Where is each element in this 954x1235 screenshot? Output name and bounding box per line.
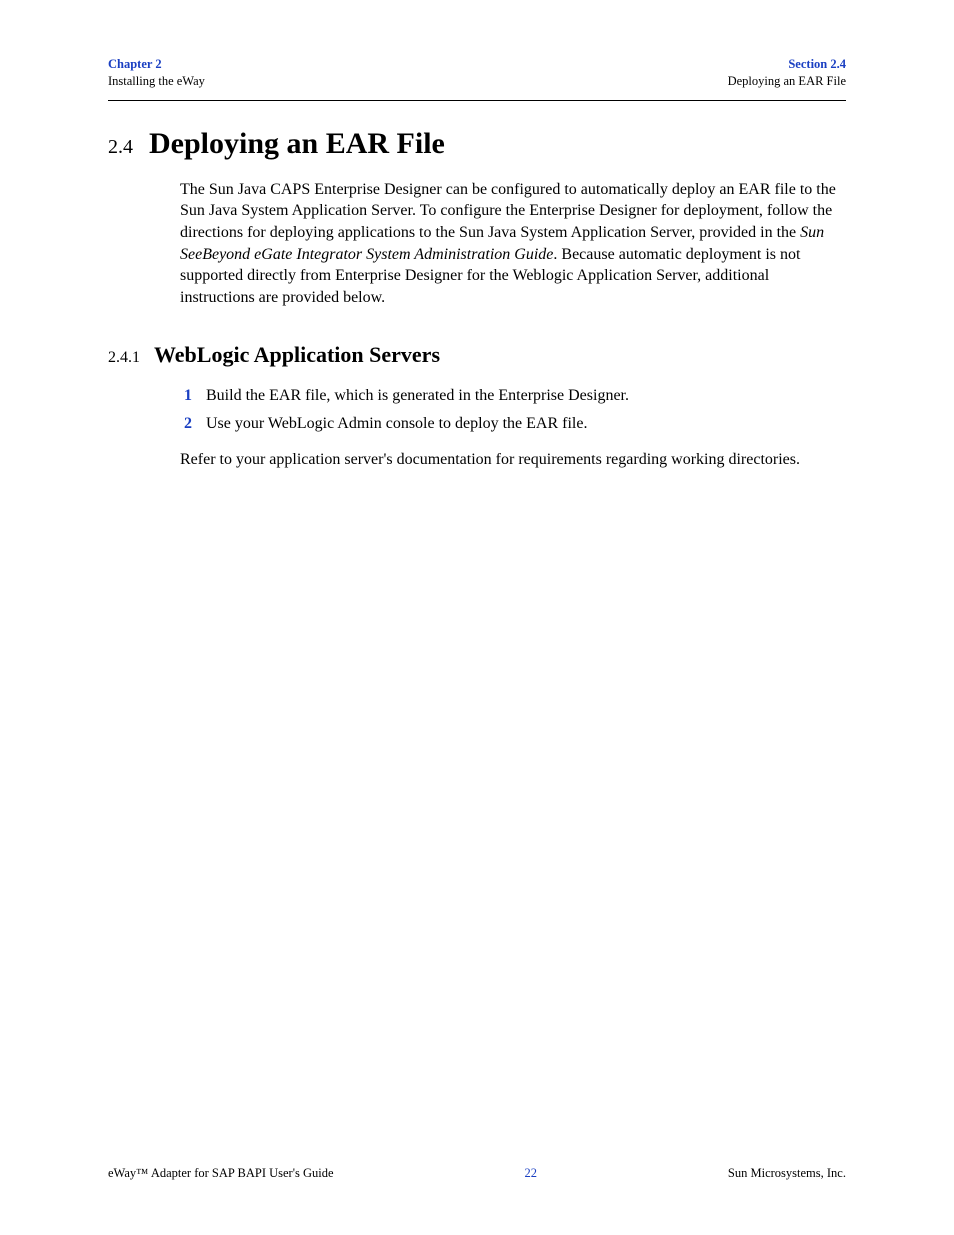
header-right: Section 2.4 Deploying an EAR File xyxy=(728,56,846,90)
ordered-list: 1 Build the EAR file, which is generated… xyxy=(180,382,846,436)
section-subtitle: Deploying an EAR File xyxy=(728,73,846,90)
subsection-title: WebLogic Application Servers xyxy=(154,342,440,368)
list-text: Use your WebLogic Admin console to deplo… xyxy=(206,410,587,437)
section-title: Deploying an EAR File xyxy=(149,127,445,161)
list-number: 2 xyxy=(180,410,192,437)
list-text: Build the EAR file, which is generated i… xyxy=(206,382,629,409)
page-number: 22 xyxy=(524,1166,537,1181)
footer-left: eWay™ Adapter for SAP BAPI User's Guide xyxy=(108,1166,334,1181)
chapter-subtitle: Installing the eWay xyxy=(108,73,205,90)
header-left: Chapter 2 Installing the eWay xyxy=(108,56,205,90)
page-footer: eWay™ Adapter for SAP BAPI User's Guide … xyxy=(108,1166,846,1181)
section-heading: 2.4 Deploying an EAR File xyxy=(108,127,846,161)
section-paragraph: The Sun Java CAPS Enterprise Designer ca… xyxy=(180,179,846,309)
chapter-label: Chapter 2 xyxy=(108,56,205,73)
section-number: 2.4 xyxy=(108,136,133,159)
para-part-a: The Sun Java CAPS Enterprise Designer ca… xyxy=(180,181,836,241)
page-content: Chapter 2 Installing the eWay Section 2.… xyxy=(0,0,954,470)
list-number: 1 xyxy=(180,382,192,409)
subsection-heading: 2.4.1 WebLogic Application Servers xyxy=(108,342,846,368)
footer-right: Sun Microsystems, Inc. xyxy=(728,1166,846,1181)
subsection-number: 2.4.1 xyxy=(108,349,140,367)
subsection-paragraph: Refer to your application server's docum… xyxy=(180,449,846,471)
section-label: Section 2.4 xyxy=(728,56,846,73)
list-item: 2 Use your WebLogic Admin console to dep… xyxy=(180,410,846,437)
list-item: 1 Build the EAR file, which is generated… xyxy=(180,382,846,409)
running-header: Chapter 2 Installing the eWay Section 2.… xyxy=(108,56,846,101)
